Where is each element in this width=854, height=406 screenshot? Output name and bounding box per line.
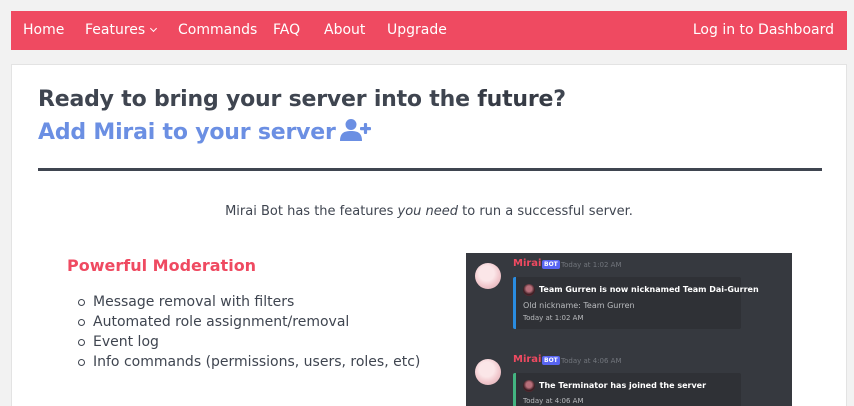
list-item: Event log xyxy=(77,332,420,352)
add-mirai-label: Add Mirai to your server xyxy=(38,120,336,145)
tagline-suffix: to run a successful server. xyxy=(458,204,633,219)
nav-faq-link[interactable]: FAQ xyxy=(273,11,300,50)
bot-badge: BOT xyxy=(542,356,560,365)
features-tagline: Mirai Bot has the features you need to r… xyxy=(12,204,846,219)
moderation-title: Powerful Moderation xyxy=(67,256,257,275)
message-embed: Team Gurren is now nicknamed Team Dai-Gu… xyxy=(513,277,759,329)
list-item: Automated role assignment/removal xyxy=(77,312,420,332)
embed-title: Team Gurren is now nicknamed Team Dai-Gu… xyxy=(539,285,759,294)
avatar xyxy=(475,359,501,385)
hero-title-suffix: ? xyxy=(553,87,566,112)
message-timestamp: Today at 1:02 AM xyxy=(561,261,622,269)
moderation-feature-list: Message removal with filters Automated r… xyxy=(77,292,421,372)
top-navbar: Home Features Commands FAQ About Upgrade… xyxy=(11,11,847,50)
nav-home-link[interactable]: Home xyxy=(23,11,64,50)
avatar xyxy=(475,263,501,289)
hero-title-prefix: Ready to bring your server into the xyxy=(38,87,478,112)
embed-title: The Terminator has joined the server xyxy=(539,381,707,390)
discord-preview-image: Mirai BOT Today at 1:02 AM Team Gurren i… xyxy=(466,253,792,406)
tagline-prefix: Mirai Bot has the features xyxy=(225,204,398,219)
add-mirai-link[interactable]: Add Mirai to your server xyxy=(38,118,371,145)
embed-footer-time: Today at 4:06 AM xyxy=(523,397,584,405)
chevron-down-icon xyxy=(150,24,158,33)
message-author: Mirai xyxy=(513,258,542,269)
hero-title-emphasis: future xyxy=(477,87,554,112)
main-card: Ready to bring your server into the futu… xyxy=(11,64,847,406)
hero-title: Ready to bring your server into the futu… xyxy=(38,87,566,112)
bot-badge: BOT xyxy=(542,260,560,269)
user-plus-icon xyxy=(339,119,371,141)
tagline-emphasis: you need xyxy=(397,204,459,219)
nav-features-dropdown[interactable]: Features xyxy=(85,11,158,50)
nav-features-label: Features xyxy=(85,22,146,38)
login-dashboard-link[interactable]: Log in to Dashboard xyxy=(693,11,834,50)
user-avatar-icon xyxy=(523,380,535,392)
section-divider xyxy=(38,168,822,171)
user-avatar-icon xyxy=(523,284,535,296)
nav-commands-link[interactable]: Commands xyxy=(178,11,257,50)
message-author: Mirai xyxy=(513,354,542,365)
message-timestamp: Today at 4:06 AM xyxy=(561,357,622,365)
list-item: Info commands (permissions, users, roles… xyxy=(77,354,421,370)
list-item: Message removal with filters xyxy=(77,292,420,312)
embed-footer-time: Today at 1:02 AM xyxy=(523,314,584,322)
nav-about-link[interactable]: About xyxy=(324,11,365,50)
embed-description: Old nickname: Team Gurren xyxy=(523,301,635,310)
nav-upgrade-link[interactable]: Upgrade xyxy=(387,11,447,50)
message-embed: The Terminator has joined the server Tod… xyxy=(513,373,741,406)
